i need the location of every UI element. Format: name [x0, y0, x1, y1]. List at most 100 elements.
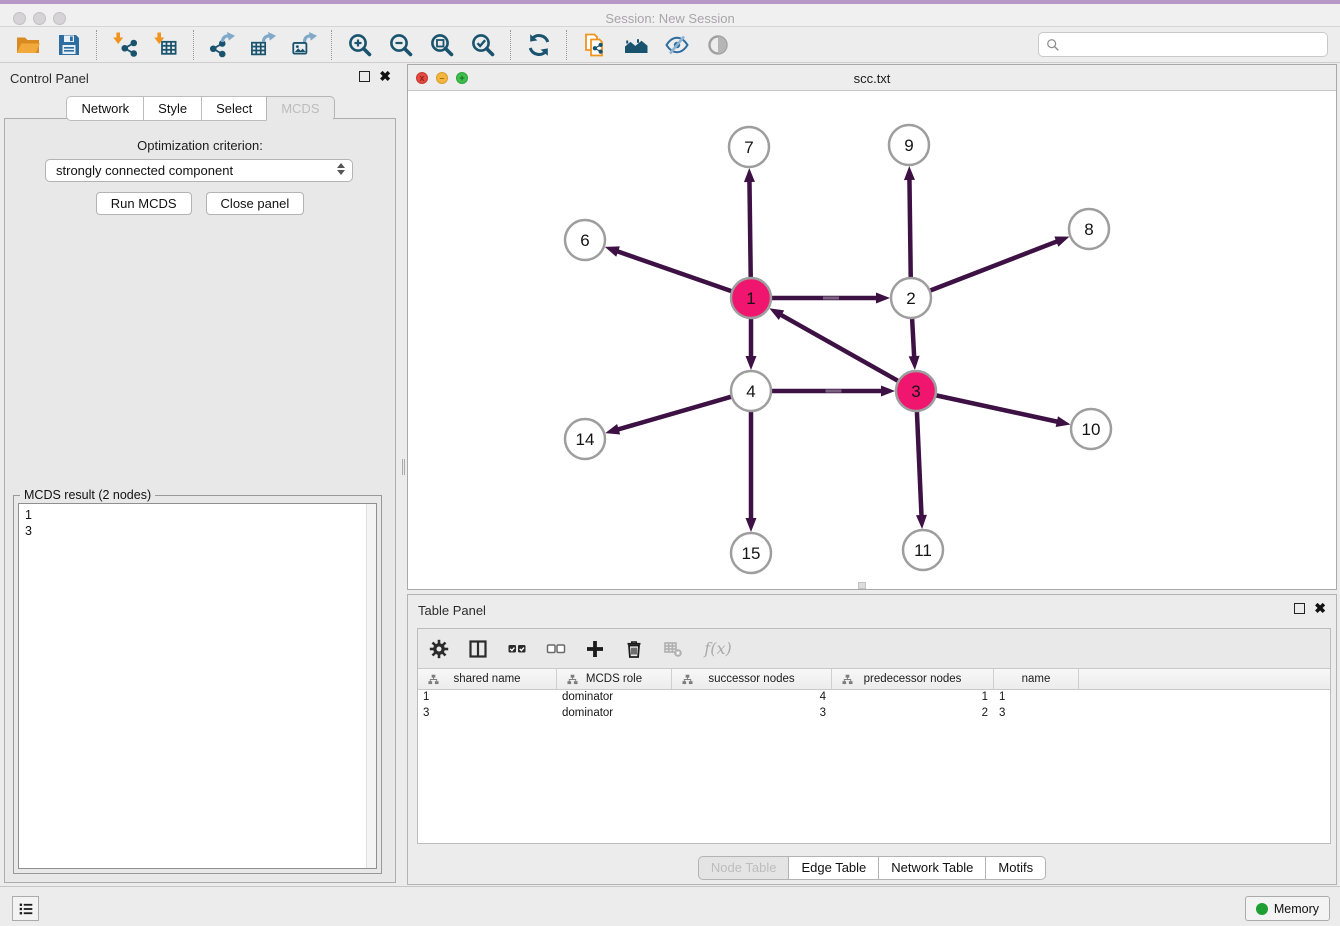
network-graph[interactable]: 7968124314101511 [408, 91, 1336, 588]
table-cell[interactable]: 3 [994, 706, 1079, 722]
node-label: 6 [580, 231, 589, 250]
arrowhead-icon [916, 515, 927, 529]
search-box[interactable] [1038, 32, 1328, 57]
tab-network[interactable]: Network [66, 96, 143, 121]
tab-select[interactable]: Select [201, 96, 266, 121]
column-header-successor-nodes[interactable]: successor nodes [672, 669, 832, 689]
table-cell[interactable]: 2 [832, 706, 994, 722]
table-toolbar: f(x) [418, 629, 1330, 669]
export-table-icon[interactable] [249, 31, 276, 58]
apply-layout-icon[interactable] [525, 31, 552, 58]
optimization-dropdown[interactable]: strongly connected component [45, 159, 353, 182]
arrowhead-icon [1056, 416, 1071, 427]
edge-1-6[interactable] [616, 251, 732, 292]
show-graphics-details-icon[interactable] [704, 31, 731, 58]
app-titlebar: Session: New Session [0, 0, 1340, 27]
arrowhead-icon [769, 308, 784, 320]
edge-3-10[interactable] [936, 395, 1059, 422]
deselect-all-rows-icon[interactable] [545, 638, 567, 660]
save-session-icon[interactable] [55, 31, 82, 58]
network-window-titlebar[interactable]: x – + scc.txt [408, 65, 1336, 91]
zoom-fit-icon[interactable] [428, 31, 455, 58]
edge-2-9[interactable] [909, 178, 910, 278]
node-label: 8 [1084, 220, 1093, 239]
import-network-icon[interactable] [111, 31, 138, 58]
network-from-selection-icon[interactable] [581, 31, 608, 58]
arrowhead-icon [605, 424, 620, 435]
search-icon [1046, 38, 1060, 52]
tab-network-table[interactable]: Network Table [878, 856, 985, 880]
hide-graphics-details-icon[interactable] [663, 31, 690, 58]
main-toolbar [0, 27, 1340, 63]
table-cell[interactable]: 1 [994, 690, 1079, 706]
run-mcds-button[interactable]: Run MCDS [96, 192, 192, 215]
task-history-button[interactable] [12, 896, 39, 921]
zoom-in-icon[interactable] [346, 31, 373, 58]
zoom-out-icon[interactable] [387, 31, 414, 58]
table-row[interactable]: 1dominator411 [418, 690, 1330, 706]
canvas-resize-grip[interactable] [858, 582, 866, 589]
column-label: successor nodes [708, 673, 794, 685]
float-table-panel-icon[interactable] [1294, 603, 1305, 614]
arrowhead-icon [909, 356, 920, 370]
node-label: 9 [904, 136, 913, 155]
edge-2-3[interactable] [912, 318, 914, 358]
zoom-selected-icon[interactable] [469, 31, 496, 58]
tab-mcds[interactable]: MCDS [266, 96, 334, 121]
hierarchy-icon [423, 674, 434, 685]
edge-3-11[interactable] [917, 411, 922, 517]
edge-1-7[interactable] [749, 180, 750, 278]
table-cell[interactable]: 3 [418, 706, 557, 722]
import-table-icon[interactable] [152, 31, 179, 58]
column-header-name[interactable]: name [994, 669, 1079, 689]
table-settings-icon[interactable] [428, 638, 450, 660]
memory-label: Memory [1274, 902, 1319, 916]
column-header-MCDS-role[interactable]: MCDS role [557, 669, 672, 689]
node-label: 14 [576, 430, 595, 449]
open-session-icon[interactable] [14, 31, 41, 58]
result-scrollbar[interactable] [366, 504, 376, 868]
tab-style[interactable]: Style [143, 96, 201, 121]
mcds-result-group: MCDS result (2 nodes) 13 [13, 495, 382, 874]
mcds-result-text[interactable]: 13 [18, 503, 377, 869]
arrowhead-icon [605, 246, 620, 256]
edge-3-1[interactable] [780, 314, 899, 381]
memory-status-icon [1256, 903, 1268, 915]
column-header-predecessor-nodes[interactable]: predecessor nodes [832, 669, 994, 689]
main-area: Control Panel ✖ NetworkStyleSelectMCDS O… [0, 63, 1340, 886]
edge-2-8[interactable] [930, 241, 1059, 291]
toggle-panel-icon[interactable] [467, 638, 489, 660]
export-network-icon[interactable] [208, 31, 235, 58]
tab-node-table[interactable]: Node Table [698, 856, 789, 880]
table-cell[interactable]: dominator [557, 706, 672, 722]
delete-column-icon[interactable] [623, 638, 645, 660]
table-panel: Table Panel ✖ f(x) shared nameMCDS roles… [407, 594, 1337, 885]
table-cell[interactable]: 4 [672, 690, 832, 706]
control-panel-title: Control Panel [10, 71, 89, 86]
close-table-panel-icon[interactable]: ✖ [1314, 603, 1326, 614]
table-cell[interactable]: 3 [672, 706, 832, 722]
close-panel-icon[interactable]: ✖ [379, 71, 391, 82]
tab-motifs[interactable]: Motifs [985, 856, 1046, 880]
list-icon [17, 900, 35, 918]
table-cell[interactable]: 1 [832, 690, 994, 706]
select-all-rows-icon[interactable] [506, 638, 528, 660]
mcds-tab-content: Optimization criterion: strongly connect… [4, 118, 396, 883]
edge-label [823, 297, 839, 300]
add-column-icon[interactable] [584, 638, 606, 660]
memory-button[interactable]: Memory [1245, 896, 1330, 921]
close-panel-button[interactable]: Close panel [206, 192, 305, 215]
node-label: 4 [746, 382, 755, 401]
tab-edge-table[interactable]: Edge Table [788, 856, 878, 880]
search-input[interactable] [1065, 33, 1327, 56]
table-cell[interactable]: 1 [418, 690, 557, 706]
table-row[interactable]: 3dominator323 [418, 706, 1330, 722]
column-header-shared-name[interactable]: shared name [418, 669, 557, 689]
export-image-icon[interactable] [290, 31, 317, 58]
node-label: 1 [746, 289, 755, 308]
network-canvas[interactable]: 7968124314101511 [408, 91, 1336, 589]
float-panel-icon[interactable] [359, 71, 370, 82]
table-cell[interactable]: dominator [557, 690, 672, 706]
edge-4-14[interactable] [617, 397, 732, 430]
first-neighbors-icon[interactable] [622, 31, 649, 58]
